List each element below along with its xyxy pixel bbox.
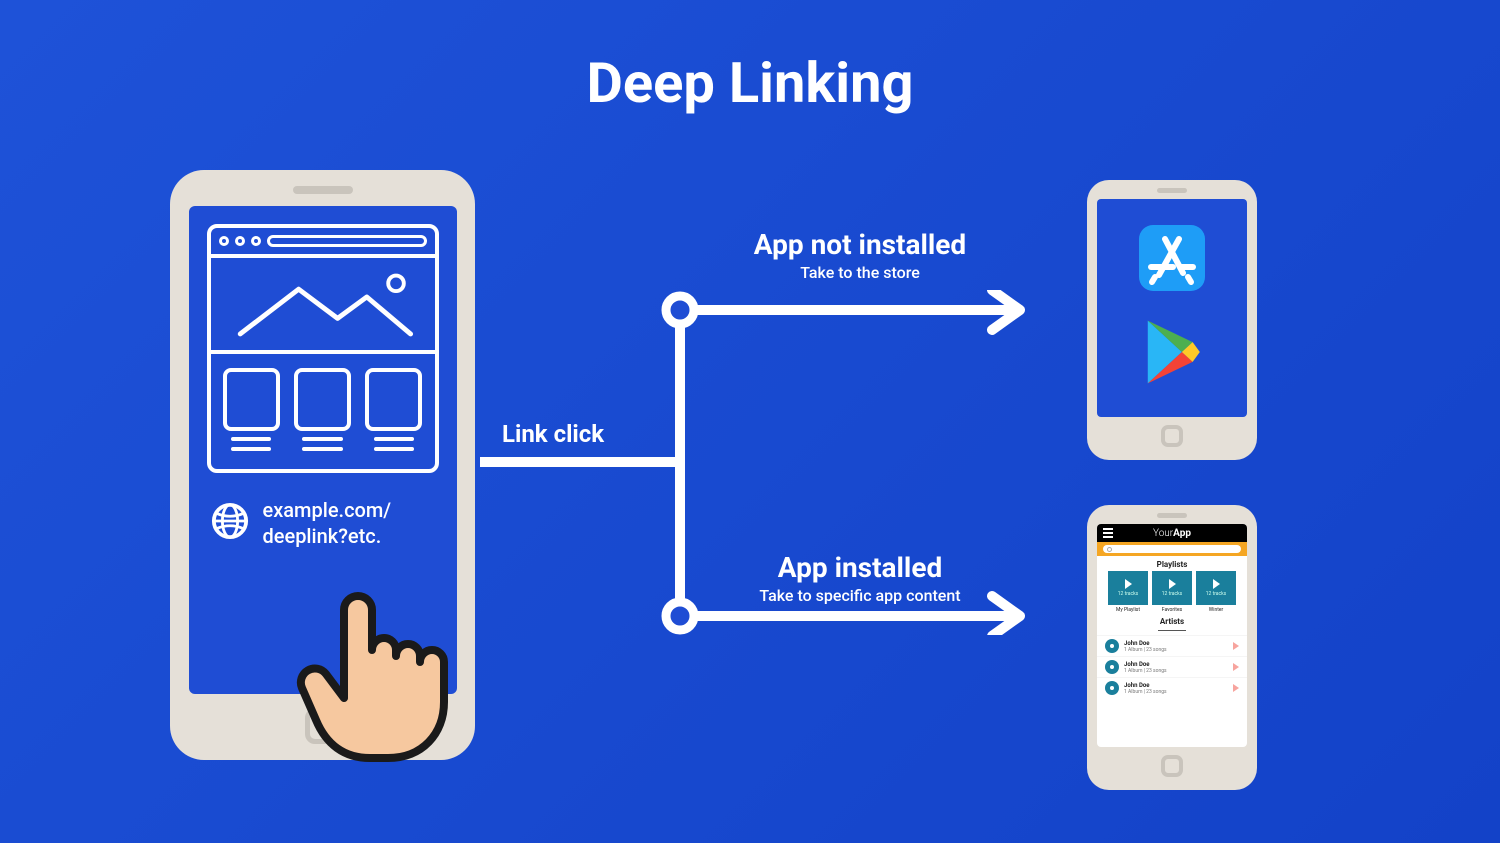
playlist-row: 12 tracks My Playlist 12 tracks Favorite… — [1097, 571, 1247, 613]
app-header: YourApp — [1097, 524, 1247, 542]
playlist-tile: 12 tracks Favorites — [1152, 571, 1192, 613]
artist-row: John Doe1 Album | 23 songs — [1097, 656, 1247, 677]
deep-link-row[interactable]: example.com/ deeplink?etc. — [207, 497, 439, 549]
page-title: Deep Linking — [0, 50, 1500, 116]
browser-card-row — [211, 354, 435, 469]
browser-wireframe — [207, 224, 439, 473]
artist-row: John Doe1 Album | 23 songs — [1097, 677, 1247, 698]
browser-toolbar — [211, 228, 435, 258]
branch-not-installed: App not installed Take to the store — [680, 228, 1040, 282]
source-phone-screen: example.com/ deeplink?etc. — [189, 206, 457, 694]
app-brand: App — [1173, 528, 1191, 539]
app-phone: YourApp Playlists 12 tracks My Playlist … — [1087, 505, 1257, 790]
app-store-icon — [1139, 225, 1205, 295]
home-button-icon — [305, 708, 341, 744]
play-icon — [1233, 642, 1239, 650]
phone-speaker — [293, 186, 353, 194]
artist-avatar-icon — [1105, 639, 1119, 653]
play-store-icon — [1137, 317, 1207, 391]
branch-installed: App installed Take to specific app conte… — [680, 551, 1040, 605]
section-artists: Artists — [1097, 617, 1247, 626]
artist-row: John Doe1 Album | 23 songs — [1097, 635, 1247, 656]
app-search-bar — [1097, 542, 1247, 556]
playlist-tile: 12 tracks My Playlist — [1108, 571, 1148, 613]
playlist-tile: 12 tracks Winter — [1196, 571, 1236, 613]
browser-hero-image — [211, 258, 435, 354]
globe-icon — [211, 502, 249, 544]
search-icon — [1107, 547, 1112, 552]
menu-icon — [1103, 528, 1113, 540]
deep-link-url: example.com/ deeplink?etc. — [263, 497, 392, 549]
link-click-label: Link click — [502, 420, 604, 448]
section-playlists: Playlists — [1097, 560, 1247, 569]
source-phone: example.com/ deeplink?etc. — [170, 170, 475, 760]
store-phone — [1087, 180, 1257, 460]
